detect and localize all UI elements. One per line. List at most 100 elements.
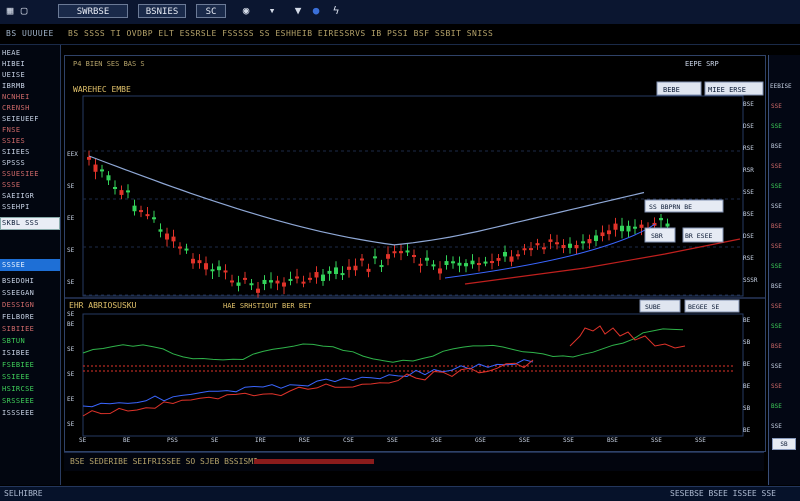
toolbar-field-1-label: SWRBSE xyxy=(76,7,110,17)
candle-body xyxy=(620,225,624,232)
title-bar: ▦ ▢ SWRBSE BSNIES SC ◉ ▾ ▼ ● ϟ xyxy=(0,0,800,25)
right-panel-row[interactable]: SSE xyxy=(771,243,782,250)
sidebar-item[interactable]: HSIRCSE xyxy=(2,385,34,393)
right-panel-row[interactable]: BSE xyxy=(771,403,782,410)
toolbar-field-3[interactable]: SC xyxy=(196,4,226,18)
sidebar-item-highlighted-label: SSSEE xyxy=(2,261,26,269)
trend-line xyxy=(464,238,741,285)
right-panel-row[interactable]: BSE xyxy=(771,283,782,290)
sidebar-item[interactable]: NCNHEI xyxy=(2,93,30,101)
sidebar-item[interactable]: SSUESIEE xyxy=(2,170,39,178)
candle-body xyxy=(197,260,202,264)
sidebar-item[interactable]: SSIES xyxy=(2,137,25,145)
sidebar-item[interactable]: IBRMB xyxy=(2,82,25,90)
indicator-y-label-right: SB xyxy=(743,405,751,412)
indicator-y-label: SE xyxy=(67,371,75,378)
sidebar-item[interactable]: SSEHPI xyxy=(2,203,30,211)
candle-body xyxy=(594,235,598,241)
sidebar-item[interactable]: SSEEGAN xyxy=(2,289,34,297)
candle-body xyxy=(587,239,592,244)
candle-body xyxy=(295,276,299,279)
candle-body xyxy=(626,225,631,232)
right-panel-row[interactable]: BSE xyxy=(771,143,782,150)
right-panel-button[interactable]: SB xyxy=(772,438,796,450)
chart-canvas[interactable]: P4 BIEN SES BAS S EEPE SRPWAREHEC EMBE BEB… xyxy=(65,56,765,451)
right-panel-row[interactable]: SSE xyxy=(771,163,782,170)
candle-body xyxy=(464,263,468,267)
sidebar-item[interactable]: SSIEEE xyxy=(2,373,30,381)
candle-body xyxy=(490,261,494,264)
right-panel-row[interactable]: SSE xyxy=(771,183,782,190)
y-axis-label-right: BSE xyxy=(743,211,754,218)
candle-body xyxy=(165,233,169,240)
candle-body xyxy=(412,255,416,258)
sidebar-item[interactable]: SRSSEEE xyxy=(2,397,34,405)
sidebar-item-selected-label: SKBL SSS xyxy=(2,219,39,227)
sidebar-item[interactable]: SEIEUEEF xyxy=(2,115,39,123)
candle-body xyxy=(106,175,111,181)
x-axis-label: SSE xyxy=(431,437,442,444)
bookmark-icon[interactable]: ▼ xyxy=(292,5,304,17)
sidebar-item[interactable]: ISSSEEE xyxy=(2,409,34,417)
candle-body xyxy=(444,261,449,265)
sidebar-item[interactable]: HIBEI xyxy=(2,60,25,68)
candle-body xyxy=(93,164,98,172)
y-axis-label: SE xyxy=(67,311,75,318)
sidebar-item[interactable]: BSEDOHI xyxy=(2,277,34,285)
right-panel-row[interactable]: SSE xyxy=(771,303,782,310)
toolbar-field-1[interactable]: SWRBSE xyxy=(58,4,128,18)
sidebar-item[interactable]: FSEBIEE xyxy=(2,361,34,369)
right-panel-row[interactable]: SSE xyxy=(771,103,782,110)
candle-body xyxy=(509,256,514,262)
right-quote-panel: EEBISE SSE SSE BSE SSE SSE SSE BSE SSE SSE BSE SSE S… xyxy=(768,55,800,485)
sidebar-item[interactable]: SIIEES xyxy=(2,148,30,156)
right-panel-row[interactable]: SSE xyxy=(771,123,782,130)
right-panel-row[interactable]: SSE xyxy=(771,383,782,390)
right-panel-row[interactable]: SSE xyxy=(771,323,782,330)
candle-body xyxy=(639,224,644,228)
globe-icon[interactable]: ● xyxy=(310,5,322,17)
right-panel-row[interactable]: SSE xyxy=(771,423,782,430)
right-panel-row[interactable]: BSE xyxy=(771,343,782,350)
sidebar-item[interactable]: DESSIGN xyxy=(2,301,34,309)
right-panel-row[interactable]: SSE xyxy=(771,263,782,270)
candle-body xyxy=(425,257,429,261)
sidebar-watchlist: HEAE HIBEI UEISE IBRMB NCNHEI CRENSH SEIEUEEF F… xyxy=(0,45,61,485)
candle-body xyxy=(470,260,475,265)
menu-items[interactable]: BS SSSS TI OVDBP ELT ESSRSLE FSSSSS SS E… xyxy=(68,29,493,38)
bolt-icon[interactable]: ϟ xyxy=(330,5,342,17)
square-icon[interactable]: ▢ xyxy=(18,5,30,17)
right-panel-row[interactable]: BSE xyxy=(771,223,782,230)
user-icon[interactable]: ◉ xyxy=(240,5,252,17)
sidebar-item[interactable]: HEAE xyxy=(2,49,20,57)
sidebar-item[interactable]: FNSE xyxy=(2,126,20,134)
toolbar-field-2[interactable]: BSNIES xyxy=(138,4,186,18)
right-panel-row[interactable]: SSE xyxy=(771,203,782,210)
sidebar-item[interactable]: SAEIIGR xyxy=(2,192,34,200)
sidebar-item[interactable]: UEISE xyxy=(2,71,25,79)
y-axis-label-right: SSSR xyxy=(743,277,758,284)
y-axis-label-right: DSE xyxy=(743,233,754,240)
filter-icon[interactable]: ▾ xyxy=(266,5,278,17)
sidebar-item[interactable]: SPSSS xyxy=(2,159,25,167)
candle-body xyxy=(113,186,117,189)
candle-body xyxy=(158,229,163,232)
indicator-y-label-right: SB xyxy=(743,339,751,346)
toolbar-field-2-label: BSNIES xyxy=(145,7,179,17)
sidebar-item[interactable]: SBTUN xyxy=(2,337,25,345)
sidebar-item[interactable]: CRENSH xyxy=(2,104,30,112)
candle-body xyxy=(568,243,572,248)
right-panel-row[interactable]: SSE xyxy=(771,363,782,370)
indicator-button-1-label: SUBE xyxy=(645,303,661,311)
candle-body xyxy=(373,256,377,259)
sidebar-item[interactable]: ISIBEE xyxy=(2,349,30,357)
sidebar-item[interactable]: FELBORE xyxy=(2,313,34,321)
indicator-label: HAE SRHSTIOUT BER BET xyxy=(223,302,312,310)
candle-body xyxy=(548,239,553,242)
candle-body xyxy=(308,277,312,280)
candle-body xyxy=(119,190,124,195)
candle-body xyxy=(139,210,143,213)
sidebar-item[interactable]: SSSE xyxy=(2,181,20,189)
sidebar-item[interactable]: SIBIIEE xyxy=(2,325,34,333)
candle-body xyxy=(561,244,566,249)
